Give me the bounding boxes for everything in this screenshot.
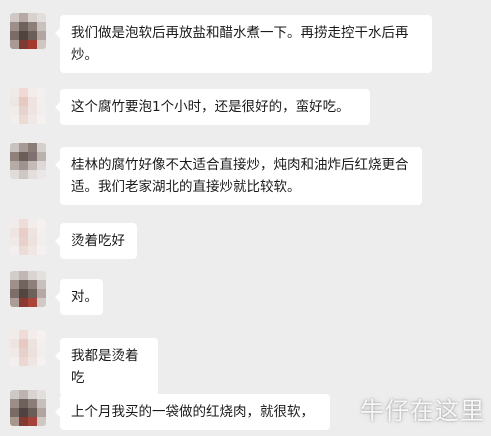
message-text: 桂林的腐竹好像不太适合直接炒，炖肉和油炸后红烧更合适。我们老家湖北的直接炒就比较…: [71, 157, 409, 195]
message-bubble[interactable]: 我们做是泡软后再放盐和醋水煮一下。再捞走控干水后再炒。: [55, 15, 432, 73]
message-text: 上个月我买的一袋做的红烧肉，就很软，: [71, 404, 314, 420]
avatar[interactable]: [10, 271, 46, 307]
message-text: 我都是烫着吃: [71, 348, 139, 386]
watermark-text: 牛仔在这里: [360, 397, 485, 425]
message-bubble[interactable]: 这个腐竹要泡1个小时，还是很好的，蛮好吃。: [55, 89, 370, 125]
message-bubble[interactable]: 烫着吃好: [55, 223, 137, 259]
avatar[interactable]: [10, 219, 46, 255]
avatar[interactable]: [10, 88, 46, 124]
message-bubble[interactable]: 桂林的腐竹好像不太适合直接炒，炖肉和油炸后红烧更合适。我们老家湖北的直接炒就比较…: [55, 147, 422, 205]
avatar[interactable]: [10, 390, 46, 426]
message-bubble[interactable]: 我都是烫着吃: [55, 338, 158, 396]
message-text: 对。: [71, 289, 98, 305]
message-text: 烫着吃好: [71, 233, 125, 249]
message-bubble[interactable]: 上个月我买的一袋做的红烧肉，就很软，: [55, 394, 330, 430]
avatar[interactable]: [10, 330, 46, 366]
chat-history: 我们做是泡软后再放盐和醋水煮一下。再捞走控干水后再炒。 这个腐竹要泡1个小时，还…: [0, 0, 491, 436]
avatar[interactable]: [10, 13, 46, 49]
message-text: 我们做是泡软后再放盐和醋水煮一下。再捞走控干水后再炒。: [71, 25, 409, 63]
message-text: 这个腐竹要泡1个小时，还是很好的，蛮好吃。: [71, 99, 350, 115]
avatar[interactable]: [10, 143, 46, 179]
message-bubble[interactable]: 对。: [55, 279, 103, 315]
